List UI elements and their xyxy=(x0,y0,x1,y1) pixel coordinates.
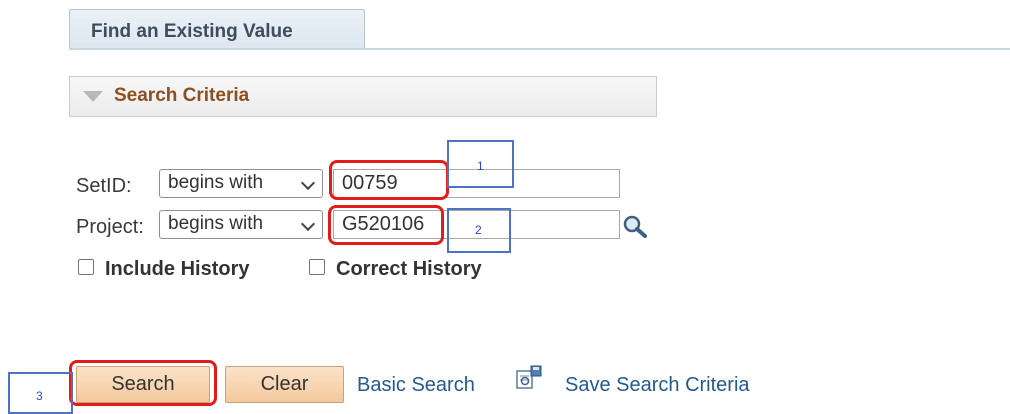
section-title: Search Criteria xyxy=(114,85,250,106)
tab-divider xyxy=(69,48,1010,50)
include-history-label: Include History xyxy=(105,258,250,280)
lookup-magnifier-icon[interactable] xyxy=(622,214,648,238)
basic-search-link[interactable]: Basic Search xyxy=(357,374,475,397)
chevron-down-icon xyxy=(300,175,316,191)
correct-history-checkbox[interactable] xyxy=(309,259,325,275)
save-search-criteria-link[interactable]: Save Search Criteria xyxy=(565,374,750,397)
tab-label: Find an Existing Value xyxy=(91,21,293,42)
project-operator-value: begins with xyxy=(168,213,264,234)
annotation-box-1: 1 xyxy=(447,140,514,188)
annotation-number: 1 xyxy=(477,159,484,173)
annotation-box-3: 3 xyxy=(8,372,73,414)
highlight-project-value xyxy=(328,205,444,245)
include-history-checkbox[interactable] xyxy=(78,259,94,275)
correct-history-label: Correct History xyxy=(336,258,482,280)
chevron-down-icon xyxy=(300,216,316,232)
annotation-box-2: 2 xyxy=(447,208,511,253)
collapse-triangle-icon[interactable] xyxy=(83,91,103,102)
search-criteria-header[interactable]: Search Criteria xyxy=(69,76,657,117)
project-label: Project: xyxy=(76,216,144,238)
setid-operator-value: begins with xyxy=(168,172,264,193)
project-operator-select[interactable]: begins with xyxy=(159,210,323,239)
highlight-setid-value xyxy=(329,160,449,200)
highlight-search-button xyxy=(69,360,217,406)
setid-operator-select[interactable]: begins with xyxy=(159,169,323,198)
annotation-number: 2 xyxy=(475,223,482,237)
tab-find-existing-value[interactable]: Find an Existing Value xyxy=(69,9,365,49)
clear-button[interactable]: Clear xyxy=(225,366,344,403)
annotation-number: 3 xyxy=(36,389,43,403)
save-search-icon[interactable] xyxy=(516,365,542,391)
setid-label: SetID: xyxy=(76,175,132,197)
